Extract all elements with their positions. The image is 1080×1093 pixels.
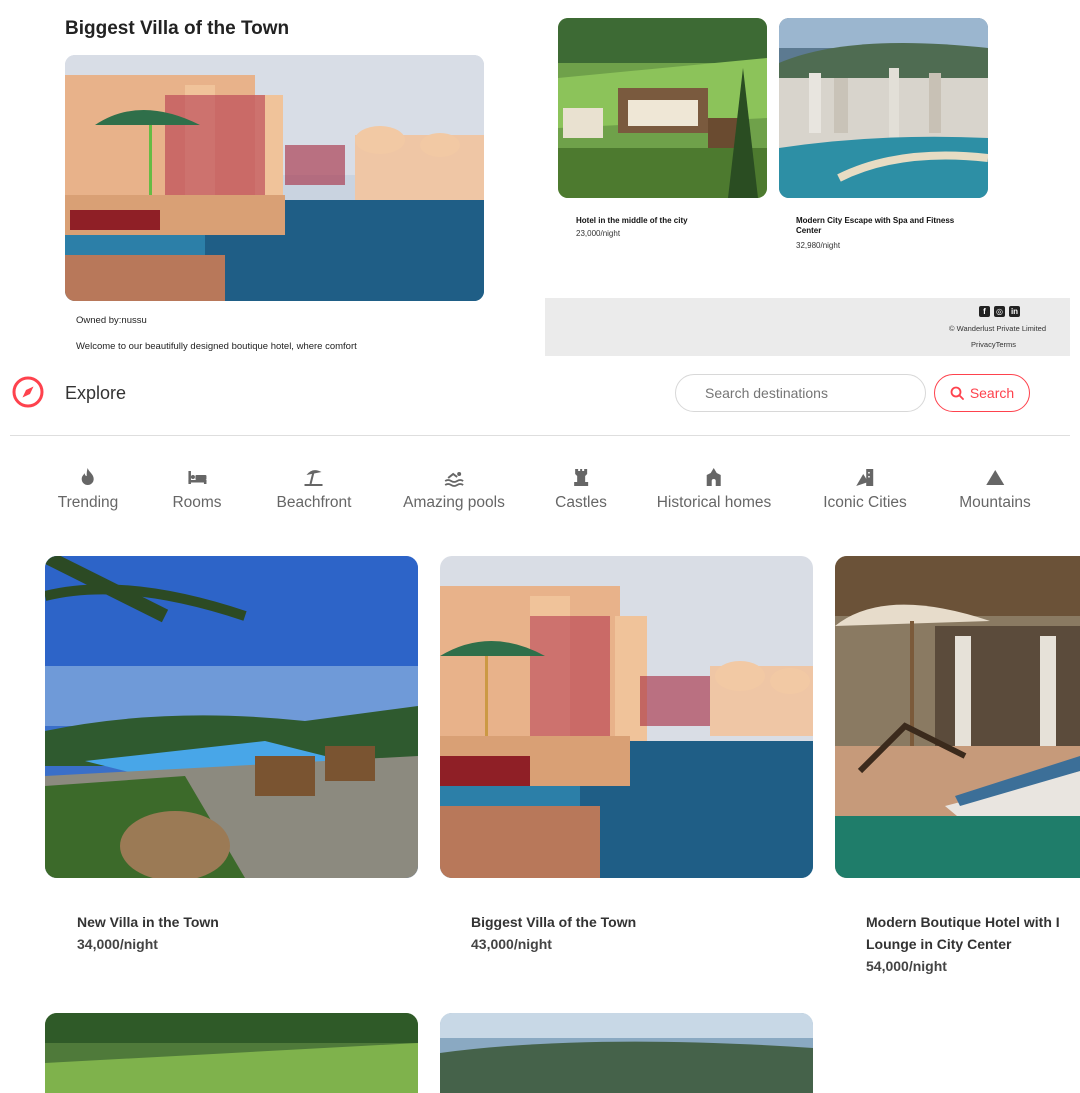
nav-divider <box>10 435 1070 436</box>
chess-rook-icon <box>574 469 588 486</box>
listing-image-4[interactable] <box>45 1013 418 1093</box>
mini-card-image-2[interactable] <box>779 18 988 198</box>
filter-iconic-cities[interactable]: Iconic Cities <box>823 466 907 512</box>
linkedin-icon[interactable]: in <box>1009 306 1020 317</box>
listing-title-text-line2: Lounge in City Center <box>866 936 1012 952</box>
filter-label: Rooms <box>172 494 222 511</box>
footer-links[interactable]: PrivacyTerms <box>971 340 1016 349</box>
mini-card-price-1: 23,000/night <box>576 229 621 238</box>
detail-image <box>65 55 484 301</box>
search-icon <box>950 386 964 400</box>
filter-label: Trending <box>57 494 119 511</box>
listing-title-text: Modern Boutique Hotel with I <box>866 914 1060 930</box>
search-button-label: Search <box>969 385 1015 401</box>
filter-mountains[interactable]: Mountains <box>959 466 1031 512</box>
archway-icon <box>707 468 721 486</box>
listing-title-text: New Villa in the Town <box>77 914 219 930</box>
social-icons: f ◎ in <box>979 306 1020 317</box>
fire-icon <box>81 468 94 485</box>
footer: f ◎ in © Wanderlust Private Limited Priv… <box>545 298 1070 356</box>
instagram-icon[interactable]: ◎ <box>994 306 1005 317</box>
listing-title-3: Modern Boutique Hotel with I Lounge in C… <box>866 911 1080 977</box>
filter-rooms[interactable]: Rooms <box>172 466 222 512</box>
listing-title-text: Biggest Villa of the Town <box>471 914 637 930</box>
owner-text: Owned by:nussu <box>76 315 147 326</box>
listing-price-2: 43,000/night <box>471 936 552 952</box>
facebook-icon[interactable]: f <box>979 306 990 317</box>
filter-castles[interactable]: Castles <box>555 466 607 512</box>
filter-label: Iconic Cities <box>823 494 907 511</box>
detail-title: Biggest Villa of the Town <box>65 18 290 39</box>
bed-icon <box>187 471 206 484</box>
filter-label: Mountains <box>959 494 1031 511</box>
listing-price-1: 34,000/night <box>77 936 158 952</box>
filter-label: Castles <box>555 494 607 511</box>
search-button[interactable]: Search <box>934 374 1030 412</box>
mini-card-title-1: Hotel in the middle of the city <box>576 216 688 225</box>
copyright-text: © Wanderlust Private Limited <box>949 324 1046 333</box>
city-icon <box>856 469 873 486</box>
compass-icon[interactable] <box>12 376 44 408</box>
filter-label: Beachfront <box>276 494 352 511</box>
listing-image-1[interactable] <box>45 556 418 878</box>
mini-card-title-2: Modern City Escape with Spa and Fitness … <box>796 216 955 236</box>
listing-price-3: 54,000/night <box>866 958 947 974</box>
mountain-icon <box>985 470 1004 485</box>
listing-title-1: New Villa in the Town 34,000/night <box>77 911 219 955</box>
filter-label: Amazing pools <box>403 494 505 511</box>
swimmer-icon <box>444 472 464 487</box>
mini-card-image-1[interactable] <box>558 18 767 198</box>
description-text: Welcome to our beautifully designed bout… <box>76 341 357 352</box>
nav-explore-link[interactable]: Explore <box>65 383 126 404</box>
filter-label: Historical homes <box>656 494 772 511</box>
listing-image-2[interactable] <box>440 556 813 878</box>
umbrella-beach-icon <box>305 470 323 486</box>
filter-amazing-pools[interactable]: Amazing pools <box>403 466 505 512</box>
listing-image-3[interactable] <box>835 556 1080 878</box>
filter-historical-homes[interactable]: Historical homes <box>656 466 772 512</box>
listing-title-2: Biggest Villa of the Town 43,000/night <box>471 911 636 955</box>
listing-image-5[interactable] <box>440 1013 813 1093</box>
filter-beachfront[interactable]: Beachfront <box>276 466 352 512</box>
mini-card-price-2: 32,980/night <box>796 241 841 250</box>
filter-trending[interactable]: Trending <box>57 466 119 512</box>
search-input[interactable] <box>675 374 926 412</box>
